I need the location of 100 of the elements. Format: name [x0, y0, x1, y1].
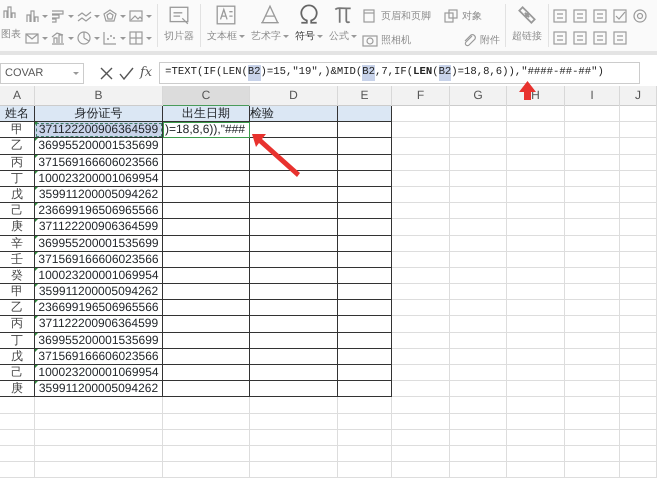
- empty-cell: [565, 236, 620, 252]
- table-cell: 371122200906364599: [35, 316, 163, 333]
- empty-cell: [450, 122, 507, 138]
- table-cell: 辛: [0, 236, 35, 252]
- empty-cell: [507, 365, 565, 382]
- empty-cell: [620, 446, 657, 462]
- empty-cell: [620, 316, 657, 333]
- header-cell: 出生日期: [163, 106, 250, 122]
- column-header[interactable]: J: [620, 86, 657, 107]
- empty-cell: [620, 348, 657, 365]
- cell-editor[interactable]: )=18,8,6)),"###: [163, 122, 250, 138]
- empty-cell: [620, 138, 657, 155]
- column-header[interactable]: C: [163, 86, 250, 107]
- empty-cell: [507, 186, 565, 204]
- empty-cell: [620, 154, 657, 171]
- ribbon-button[interactable]: 艺术字: [248, 0, 292, 44]
- table-cell: 乙: [0, 300, 35, 316]
- bar-chart-icon[interactable]: [24, 8, 40, 24]
- empty-cell: [450, 138, 507, 155]
- empty-cell: [392, 348, 450, 365]
- empty-cell: [620, 219, 657, 236]
- empty-cell: [507, 462, 565, 478]
- ribbon-button[interactable]: 附件: [459, 30, 502, 50]
- empty-cell: [565, 446, 620, 462]
- empty-cell: [620, 106, 657, 122]
- function-button[interactable]: fx: [140, 63, 152, 83]
- empty-cell: [565, 219, 620, 236]
- empty-cell: [338, 170, 392, 187]
- empty-cell: [338, 154, 392, 171]
- hyperlink-button[interactable]: 超链接: [509, 0, 545, 44]
- empty-cell: [565, 414, 620, 430]
- empty-cell: [392, 300, 450, 316]
- empty-cell: [565, 284, 620, 300]
- empty-cell: [565, 186, 620, 204]
- ribbon-button[interactable]: 对象: [441, 6, 502, 26]
- empty-cell: [620, 203, 657, 220]
- pointer-arrow: [252, 134, 300, 177]
- ribbon-button[interactable]: 公式: [326, 0, 360, 44]
- empty-cell: [338, 446, 392, 462]
- empty-cell: [392, 397, 450, 414]
- empty-cell: [392, 365, 450, 382]
- empty-cell: [565, 332, 620, 349]
- error-indicator-icon: [35, 203, 38, 206]
- empty-cell: [450, 300, 507, 316]
- empty-cell: [620, 170, 657, 187]
- empty-cell: [620, 414, 657, 430]
- table-cell: 丙: [0, 316, 35, 333]
- link-icon: [516, 4, 538, 26]
- empty-cell: [450, 446, 507, 462]
- empty-cell: [507, 332, 565, 349]
- empty-cell: [450, 186, 507, 204]
- caret-icon: [42, 36, 48, 40]
- empty-cell: [450, 154, 507, 171]
- caret-icon: [42, 14, 48, 18]
- table-cell: 359911200005094262: [35, 186, 163, 204]
- chart-button[interactable]: 图表: [0, 0, 24, 42]
- column-header[interactable]: G: [450, 86, 507, 107]
- table-cell: 戊: [0, 348, 35, 365]
- pie-chart-icon[interactable]: [76, 30, 92, 46]
- radar-chart-icon[interactable]: [102, 8, 118, 24]
- name-box[interactable]: COVAR: [0, 62, 84, 84]
- empty-cell: [565, 316, 620, 333]
- caret-icon: [146, 14, 152, 18]
- empty-cell: [338, 462, 392, 478]
- table-cell: 100023200001069954: [35, 170, 163, 187]
- hbar-chart-icon[interactable]: [50, 8, 66, 24]
- empty-cell: [392, 186, 450, 204]
- picture-icon[interactable]: [128, 8, 144, 24]
- empty-cell: [450, 268, 507, 284]
- table-cell: 庚: [0, 381, 35, 398]
- empty-cell: [620, 268, 657, 284]
- empty-cell: [565, 365, 620, 382]
- column-header[interactable]: I: [565, 86, 620, 107]
- column-header[interactable]: F: [392, 86, 450, 107]
- combo-chart-icon[interactable]: [50, 30, 66, 46]
- empty-cell: [450, 397, 507, 414]
- empty-cell: [338, 332, 392, 349]
- empty-cell: [620, 430, 657, 446]
- table-cell: 癸: [0, 268, 35, 284]
- empty-cell: [338, 203, 392, 220]
- empty-cell: [450, 203, 507, 220]
- empty-cell: [450, 236, 507, 252]
- error-indicator-icon: [35, 332, 38, 336]
- empty-cell: [392, 462, 450, 478]
- error-indicator-icon: [35, 268, 38, 271]
- scatter-chart-icon[interactable]: [102, 30, 118, 46]
- formula-field[interactable]: =TEXT(IF(LEN(B2)=15,"19",)&MID(B2,7,IF(LEN(B2)=18,8,6)),"####-##-##"): [159, 62, 640, 84]
- symbol-button[interactable]: 符号: [292, 0, 326, 44]
- caret-icon: [73, 72, 79, 74]
- empty-cell: [392, 316, 450, 333]
- empty-cell: [620, 462, 657, 478]
- empty-cell: [450, 284, 507, 300]
- empty-cell: [620, 122, 657, 138]
- empty-cell: [507, 122, 565, 138]
- header-cell: 检验: [250, 106, 338, 122]
- empty-cell: [507, 138, 565, 155]
- empty-cell: [450, 462, 507, 478]
- empty-cell: [338, 348, 392, 365]
- chart-grid-icon[interactable]: [128, 30, 144, 46]
- error-indicator-icon: [35, 122, 38, 126]
